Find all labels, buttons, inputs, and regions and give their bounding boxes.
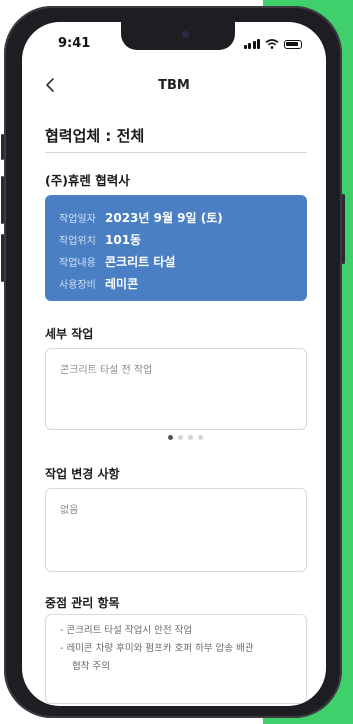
focus-item-line: - 콘크리트 타설 작업시 안전 작업 <box>60 625 193 636</box>
nav-title: TBM <box>158 78 190 93</box>
detail-work-text: 콘크리트 타설 전 작업 <box>60 365 153 376</box>
phone-frame: 9:41 TBM 협력업체 : 전체 (주)휴렌 협력사 작업일자 2023년 … <box>1 6 345 718</box>
status-icons <box>243 39 302 49</box>
power-button <box>342 194 345 264</box>
mute-switch <box>1 134 4 160</box>
info-label: 작업일자 <box>59 214 96 225</box>
battery-icon <box>284 40 302 49</box>
info-row-date: 작업일자 2023년 9월 9일 (토) <box>59 209 223 226</box>
info-value: 2023년 9월 9일 (토) <box>105 211 223 225</box>
info-label: 사용장비 <box>59 280 96 291</box>
info-value: 101동 <box>105 233 142 247</box>
app-screen: 9:41 TBM 협력업체 : 전체 (주)휴렌 협력사 작업일자 2023년 … <box>22 22 326 706</box>
changes-text: 없음 <box>60 505 79 516</box>
focus-items-title: 중점 관리 항목 <box>45 596 120 610</box>
notch <box>121 22 235 50</box>
focus-item-line: 협착 주의 <box>72 661 110 672</box>
info-value: 레미콘 <box>105 277 139 291</box>
partner-name: (주)휴렌 협력사 <box>45 173 130 188</box>
changes-title: 작업 변경 사항 <box>45 467 120 481</box>
changes-box[interactable]: 없음 <box>45 488 307 572</box>
volume-up-button <box>1 176 4 224</box>
volume-down-button <box>1 234 4 282</box>
info-row-content: 작업내용 콘크리트 타설 <box>59 253 175 270</box>
pagination-dot-active[interactable] <box>168 435 173 440</box>
pagination-dot[interactable] <box>188 435 193 440</box>
wifi-icon <box>265 39 279 49</box>
info-label: 작업내용 <box>59 258 96 269</box>
pagination-dot[interactable] <box>198 435 203 440</box>
pagination-dot[interactable] <box>178 435 183 440</box>
focus-item-line: - 레미콘 차량 후미와 펌프카 호퍼 하부 압송 배관 <box>60 643 254 654</box>
focus-items-box[interactable]: - 콘크리트 타설 작업시 안전 작업 - 레미콘 차량 후미와 펌프카 호퍼 … <box>45 614 307 704</box>
info-row-location: 작업위치 101동 <box>59 231 141 248</box>
detail-work-box[interactable]: 콘크리트 타설 전 작업 <box>45 348 307 430</box>
signal-icon <box>243 39 260 49</box>
work-info-card: 작업일자 2023년 9월 9일 (토) 작업위치 101동 작업내용 콘크리트… <box>45 195 307 301</box>
partner-filter-heading: 협력업체 : 전체 <box>45 127 145 145</box>
camera-icon <box>182 31 189 38</box>
detail-work-title: 세부 작업 <box>45 327 94 341</box>
info-value: 콘크리트 타설 <box>105 255 176 269</box>
pagination-dots[interactable] <box>168 435 203 440</box>
info-label: 작업위치 <box>59 236 96 247</box>
status-time: 9:41 <box>58 36 91 51</box>
info-row-equipment: 사용장비 레미콘 <box>59 275 138 292</box>
divider <box>45 152 307 153</box>
